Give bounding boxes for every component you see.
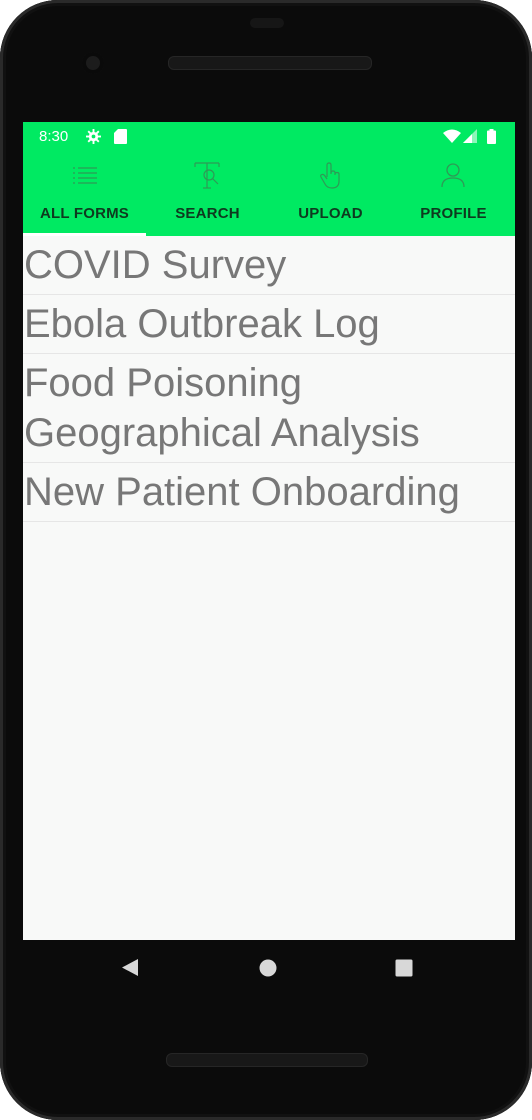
list-icon — [73, 167, 97, 184]
wifi-icon — [443, 129, 461, 143]
list-item[interactable]: New Patient Onboarding — [23, 463, 515, 522]
tab-profile-label: PROFILE — [420, 205, 487, 222]
home-icon[interactable] — [259, 959, 277, 977]
bottom-speaker — [166, 1053, 368, 1067]
phone-frame: 8:30 ALL FORMS SEARCH UPLOAD PROFILE COV… — [0, 0, 532, 1120]
text-search-icon — [194, 162, 220, 189]
sd-card-icon — [114, 129, 127, 144]
list-item[interactable]: Ebola Outbreak Log — [23, 295, 515, 354]
front-camera — [82, 52, 104, 74]
tab-search[interactable]: SEARCH — [146, 150, 269, 236]
recents-icon[interactable] — [395, 959, 413, 977]
tab-bar: ALL FORMS SEARCH UPLOAD PROFILE — [23, 150, 515, 236]
back-icon[interactable] — [121, 958, 139, 977]
signal-icon — [463, 129, 477, 143]
tab-upload[interactable]: UPLOAD — [269, 150, 392, 236]
status-time: 8:30 — [39, 128, 69, 145]
list-item[interactable]: Food Poisoning Geographical Analysis — [23, 354, 515, 463]
tab-search-label: SEARCH — [175, 205, 240, 222]
touch-icon — [320, 162, 340, 189]
earpiece — [250, 18, 284, 28]
gear-icon — [86, 129, 101, 144]
battery-icon — [487, 129, 496, 144]
system-nav-bar — [23, 940, 515, 996]
top-speaker — [168, 56, 372, 70]
tab-all-forms[interactable]: ALL FORMS — [23, 150, 146, 236]
person-icon — [441, 163, 465, 188]
tab-upload-label: UPLOAD — [298, 205, 363, 222]
app-screen: 8:30 ALL FORMS SEARCH UPLOAD PROFILE COV… — [23, 122, 515, 940]
status-bar: 8:30 — [23, 122, 515, 150]
tab-profile[interactable]: PROFILE — [392, 150, 515, 236]
tab-all-forms-label: ALL FORMS — [39, 205, 130, 222]
forms-list: COVID Survey Ebola Outbreak Log Food Poi… — [23, 236, 515, 522]
list-item[interactable]: COVID Survey — [23, 236, 515, 295]
